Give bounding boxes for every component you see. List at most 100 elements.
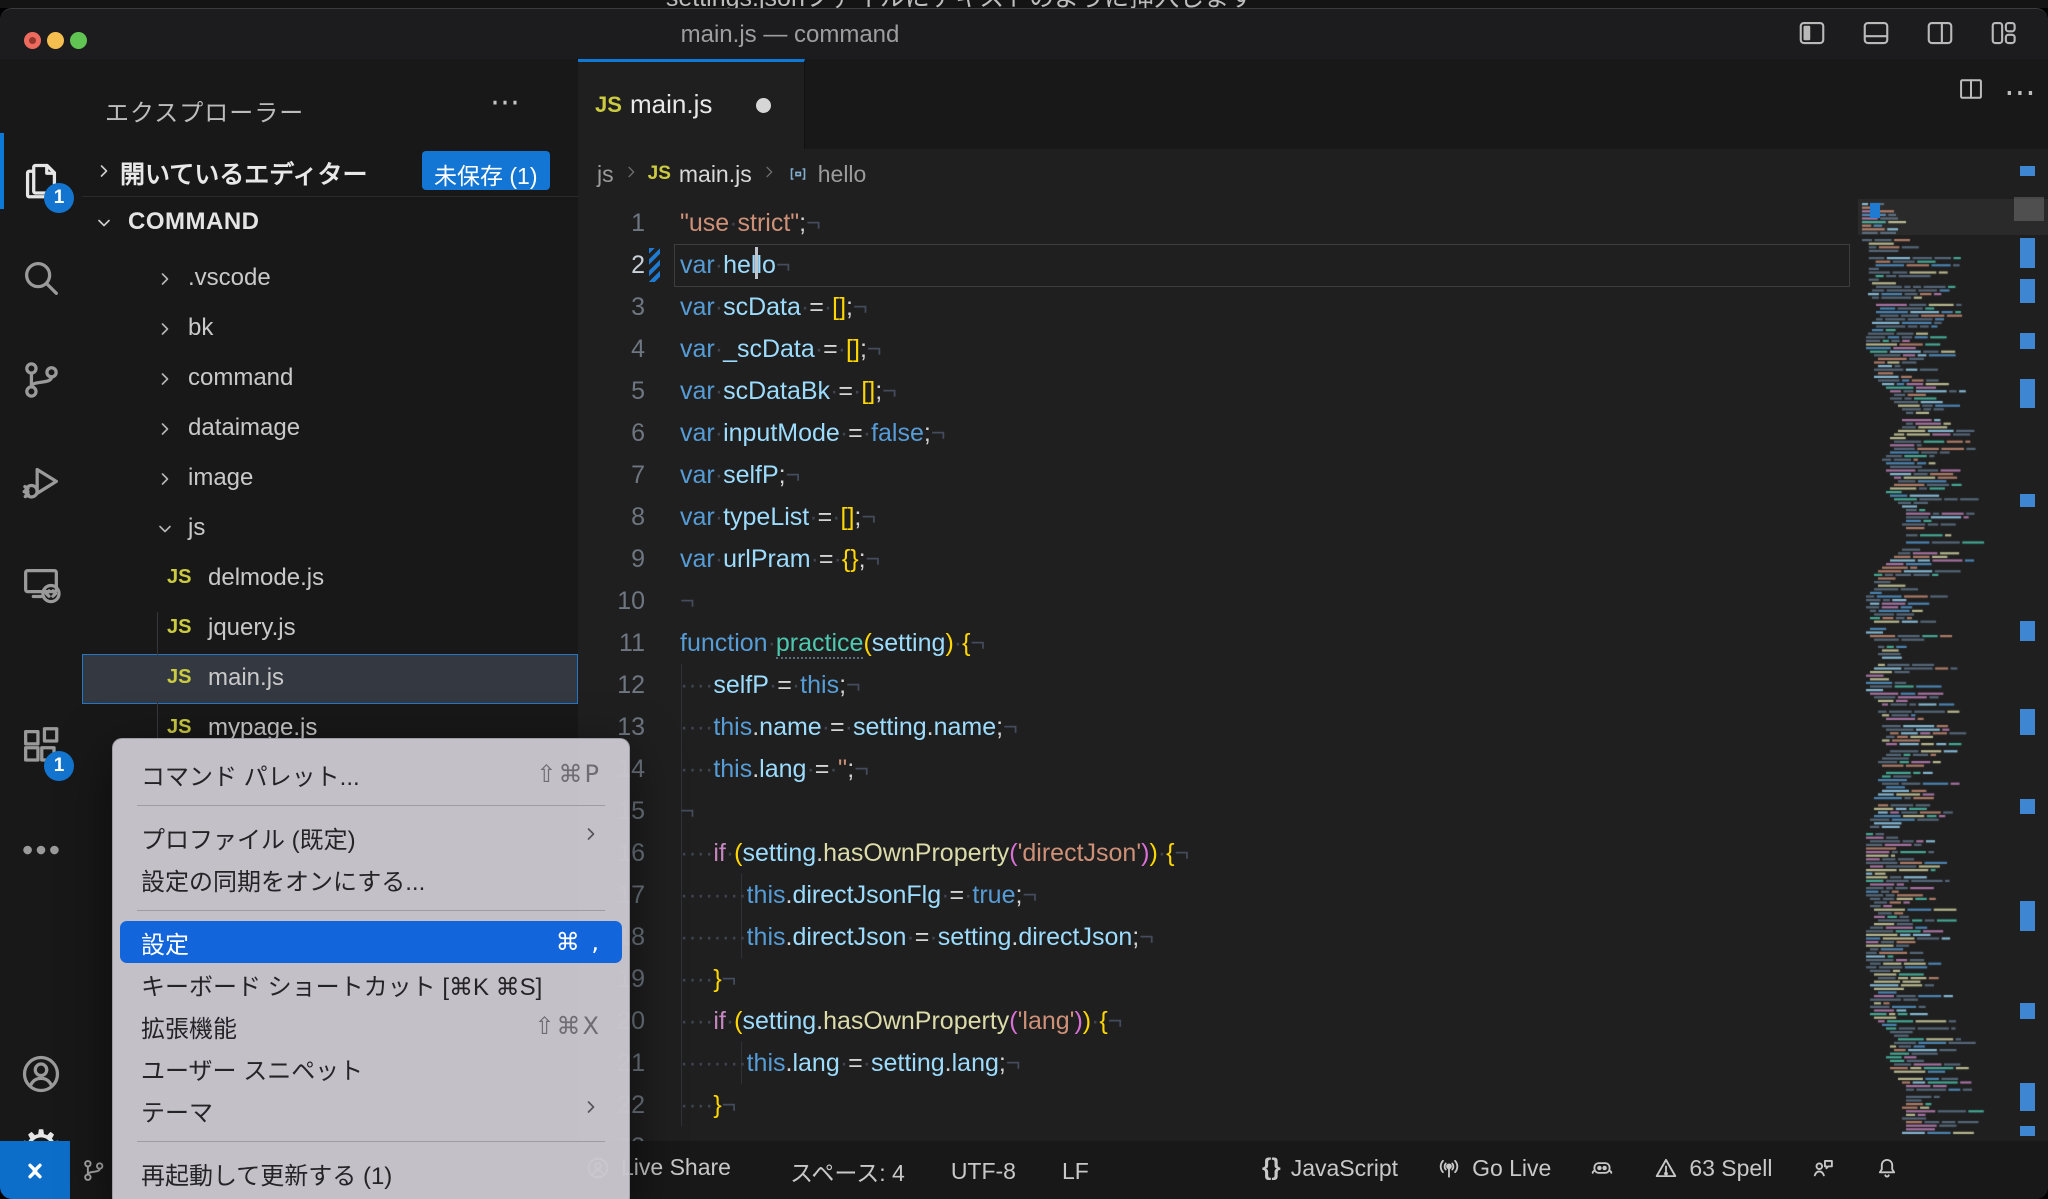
folder-label: bk bbox=[188, 314, 213, 342]
menu-item-テーマ[interactable]: テーマ bbox=[120, 1089, 622, 1131]
menu-item-設定の同期をオンにする-[interactable]: 設定の同期をオンにする... bbox=[120, 858, 622, 900]
language-mode-status[interactable]: {}JavaScript bbox=[1262, 1154, 1398, 1182]
js-file-icon: JS bbox=[167, 616, 191, 639]
line-number: 2 bbox=[578, 244, 645, 286]
activitybar-item-more[interactable] bbox=[0, 815, 82, 885]
activitybar-item-run-and-debug[interactable] bbox=[0, 447, 82, 517]
tree-item-image[interactable]: image bbox=[82, 454, 578, 504]
tree-item--vscode[interactable]: .vscode bbox=[82, 254, 578, 304]
code-line-19: 19····}¬ bbox=[578, 958, 2048, 1000]
menu-item-label: テーマ bbox=[141, 1093, 213, 1128]
scrollbar-slider[interactable] bbox=[2014, 197, 2044, 221]
tab-main-js[interactable]: JS main.js bbox=[578, 59, 805, 149]
code-text: ¬ bbox=[680, 790, 695, 832]
folder-label: command bbox=[188, 364, 293, 392]
git-branch-status[interactable] bbox=[80, 1157, 107, 1190]
chevron-down-icon bbox=[94, 213, 114, 238]
activitybar-item-accounts[interactable] bbox=[0, 1039, 82, 1109]
folder-label: dataimage bbox=[188, 414, 300, 442]
split-editor-icon[interactable] bbox=[1956, 75, 1986, 108]
code-line-5: 5var·scDataBk·=·[];¬ bbox=[578, 370, 2048, 412]
line-number: 6 bbox=[578, 412, 645, 454]
overview-ruler-marker bbox=[2020, 1126, 2035, 1136]
js-file-icon: JS bbox=[167, 716, 191, 739]
file-label: delmode.js bbox=[208, 564, 324, 592]
minimize-button[interactable] bbox=[47, 32, 64, 49]
code-line-16: 16····if·(setting.hasOwnProperty('direct… bbox=[578, 832, 2048, 874]
code-text: ········this.directJson·=·setting.direct… bbox=[680, 916, 1154, 958]
explorer-title: エクスプローラー bbox=[105, 93, 304, 128]
settings-context-menu: コマンド パレット...⇧⌘P プロファイル (既定)設定の同期をオンにする...… bbox=[112, 738, 630, 1199]
spell-checker-status[interactable]: 63 Spell bbox=[1653, 1155, 1772, 1182]
overview-ruler-marker bbox=[2020, 166, 2035, 176]
menu-item-プロファイル-既定-[interactable]: プロファイル (既定) bbox=[120, 816, 622, 858]
code-line-1: 1"use·strict";¬ bbox=[578, 202, 2048, 244]
code-line-11: 11function·practice(setting)·{¬ bbox=[578, 622, 2048, 664]
toggle-primary-sidebar-icon[interactable] bbox=[1796, 18, 1828, 48]
unsaved-badge: 未保存 (1) bbox=[422, 151, 550, 190]
breadcrumb-item-hello[interactable]: hello bbox=[786, 161, 867, 188]
overview-ruler-marker bbox=[2020, 901, 2035, 931]
overview-ruler-marker bbox=[2020, 333, 2035, 349]
tab-bar: JS main.js ⋯ bbox=[578, 59, 2048, 149]
code-text: ····if·(setting.hasOwnProperty('lang'))·… bbox=[680, 1000, 1122, 1042]
explorer-more-icon[interactable]: ⋯ bbox=[490, 85, 520, 120]
activitybar-item-source-control[interactable] bbox=[0, 345, 82, 415]
menu-item-キーボード-ショートカット-K-S-[interactable]: キーボード ショートカット [⌘K ⌘S] bbox=[120, 963, 622, 1005]
minimap[interactable] bbox=[1858, 199, 2008, 1143]
tree-item-dataimage[interactable]: dataimage bbox=[82, 404, 578, 454]
activitybar-item-search[interactable] bbox=[0, 243, 82, 313]
editor-more-icon[interactable]: ⋯ bbox=[2004, 78, 2036, 106]
close-button[interactable] bbox=[24, 32, 41, 49]
code-text: var·typeList·=·[];¬ bbox=[680, 496, 876, 538]
menu-item-ユーザー-スニペット[interactable]: ユーザー スニペット bbox=[120, 1047, 622, 1089]
menu-item-shortcut: ⌘ , bbox=[556, 928, 601, 956]
eol-status[interactable]: LF bbox=[1062, 1154, 1089, 1188]
modified-dot-icon[interactable] bbox=[756, 98, 771, 113]
js-file-icon: JS bbox=[167, 666, 191, 689]
copilot-icon bbox=[1589, 1155, 1615, 1181]
menu-item-設定[interactable]: 設定⌘ , bbox=[120, 921, 622, 963]
screen: settings.jsonファイルにテキストのように挿入します main.js … bbox=[0, 0, 2048, 1199]
code-text: ····selfP·=·this;¬ bbox=[680, 664, 861, 706]
tree-item-delmode-js[interactable]: JSdelmode.js bbox=[82, 554, 578, 604]
go-live-status[interactable]: Go Live bbox=[1436, 1155, 1551, 1182]
tree-item-js[interactable]: js bbox=[82, 504, 578, 554]
customize-layout-icon[interactable] bbox=[1988, 18, 2020, 48]
code-area[interactable]: 1"use·strict";¬2var·hello¬3var·scData·=·… bbox=[578, 199, 2048, 1141]
code-text: var·scData·=·[];¬ bbox=[680, 286, 868, 328]
open-editors-section[interactable]: 開いているエディター 未保存 (1) bbox=[82, 146, 578, 196]
menu-item-label: コマンド パレット... bbox=[141, 757, 360, 792]
encoding-status[interactable]: UTF-8 bbox=[951, 1154, 1016, 1188]
live-share-label: Live Share bbox=[621, 1154, 731, 1181]
indentation-status[interactable]: スペース: 4 bbox=[790, 1154, 905, 1188]
code-text: ····this.lang·=·'';¬ bbox=[680, 748, 869, 790]
menu-item-label: キーボード ショートカット [⌘K ⌘S] bbox=[141, 967, 542, 1002]
breadcrumb-label: hello bbox=[818, 161, 867, 188]
copilot-status[interactable] bbox=[1589, 1155, 1615, 1181]
chevron-right-icon bbox=[155, 369, 175, 394]
notifications-status[interactable] bbox=[1874, 1155, 1900, 1181]
menu-item-拡張機能[interactable]: 拡張機能⇧⌘X bbox=[120, 1005, 622, 1047]
toggle-panel-icon[interactable] bbox=[1860, 18, 1892, 48]
activitybar-item-remote-explorer[interactable] bbox=[0, 549, 82, 619]
remote-indicator[interactable] bbox=[0, 1141, 70, 1199]
zoom-button[interactable] bbox=[70, 32, 87, 49]
menu-item-コマンド-パレット-[interactable]: コマンド パレット...⇧⌘P bbox=[120, 753, 622, 795]
breadcrumb-item-main-js[interactable]: JSmain.js bbox=[648, 161, 752, 188]
workspace-section-header[interactable]: COMMAND bbox=[82, 196, 578, 246]
tree-item-command[interactable]: command bbox=[82, 354, 578, 404]
editor-group: JS main.js ⋯ js JSmain.js hello 1"use·stri… bbox=[578, 59, 2048, 1141]
bell-icon bbox=[1874, 1155, 1900, 1181]
activity-bar: 11⚙1 bbox=[0, 59, 82, 1141]
chevron-down-icon bbox=[155, 519, 175, 544]
window-title: main.js — command bbox=[640, 21, 940, 49]
menu-item-再起動して更新する-1-[interactable]: 再起動して更新する (1) bbox=[120, 1152, 622, 1194]
braces-icon: {} bbox=[1262, 1154, 1281, 1182]
feedback-status[interactable] bbox=[1810, 1155, 1836, 1181]
toggle-secondary-sidebar-icon[interactable] bbox=[1924, 18, 1956, 48]
tree-item-bk[interactable]: bk bbox=[82, 304, 578, 354]
menu-item-label: 再起動して更新する (1) bbox=[141, 1156, 392, 1191]
badge-extensions: 1 bbox=[44, 751, 74, 781]
breadcrumb-item-js[interactable]: js bbox=[597, 161, 614, 188]
